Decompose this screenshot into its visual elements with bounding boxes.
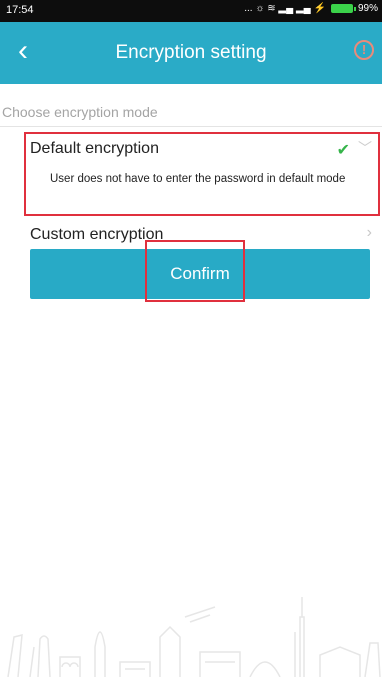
status-icons: ... ☼ ≋ ▂▄ ▂▄ ⚡ 99% xyxy=(244,3,378,14)
default-encryption-label: Default encryption xyxy=(30,140,159,157)
chevron-down-icon: ﹀ xyxy=(358,140,372,156)
default-encryption-description: User does not have to enter the password… xyxy=(50,173,346,185)
confirm-label: Confirm xyxy=(170,264,230,283)
back-button[interactable]: ‹ xyxy=(18,36,48,70)
chevron-left-icon: ‹ xyxy=(18,34,28,67)
battery-percent: 99% xyxy=(357,3,378,14)
status-time: 17:54 xyxy=(6,4,34,16)
city-skyline-decoration xyxy=(7,597,381,677)
info-icon[interactable]: ! xyxy=(354,40,374,60)
confirm-button[interactable]: Confirm xyxy=(30,240,370,302)
battery-icon xyxy=(330,4,356,13)
checkmark-icon: ✔ xyxy=(336,142,350,159)
custom-encryption-label: Custom encryption xyxy=(30,226,164,243)
chevron-right-icon: › xyxy=(366,224,372,241)
page-title: Encryption setting xyxy=(115,42,267,63)
status-bar: 17:54 ... ☼ ≋ ▂▄ ▂▄ ⚡ 99% xyxy=(0,0,382,22)
app-header: ‹ Encryption setting ! xyxy=(0,22,382,84)
section-label: Choose encryption mode xyxy=(2,104,158,120)
signal-icons: ... ☼ ≋ ▂▄ ▂▄ ⚡ xyxy=(244,3,326,14)
divider xyxy=(0,126,382,127)
option-default-encryption[interactable]: Default encryption ✔ ﹀ User does not hav… xyxy=(24,132,380,216)
